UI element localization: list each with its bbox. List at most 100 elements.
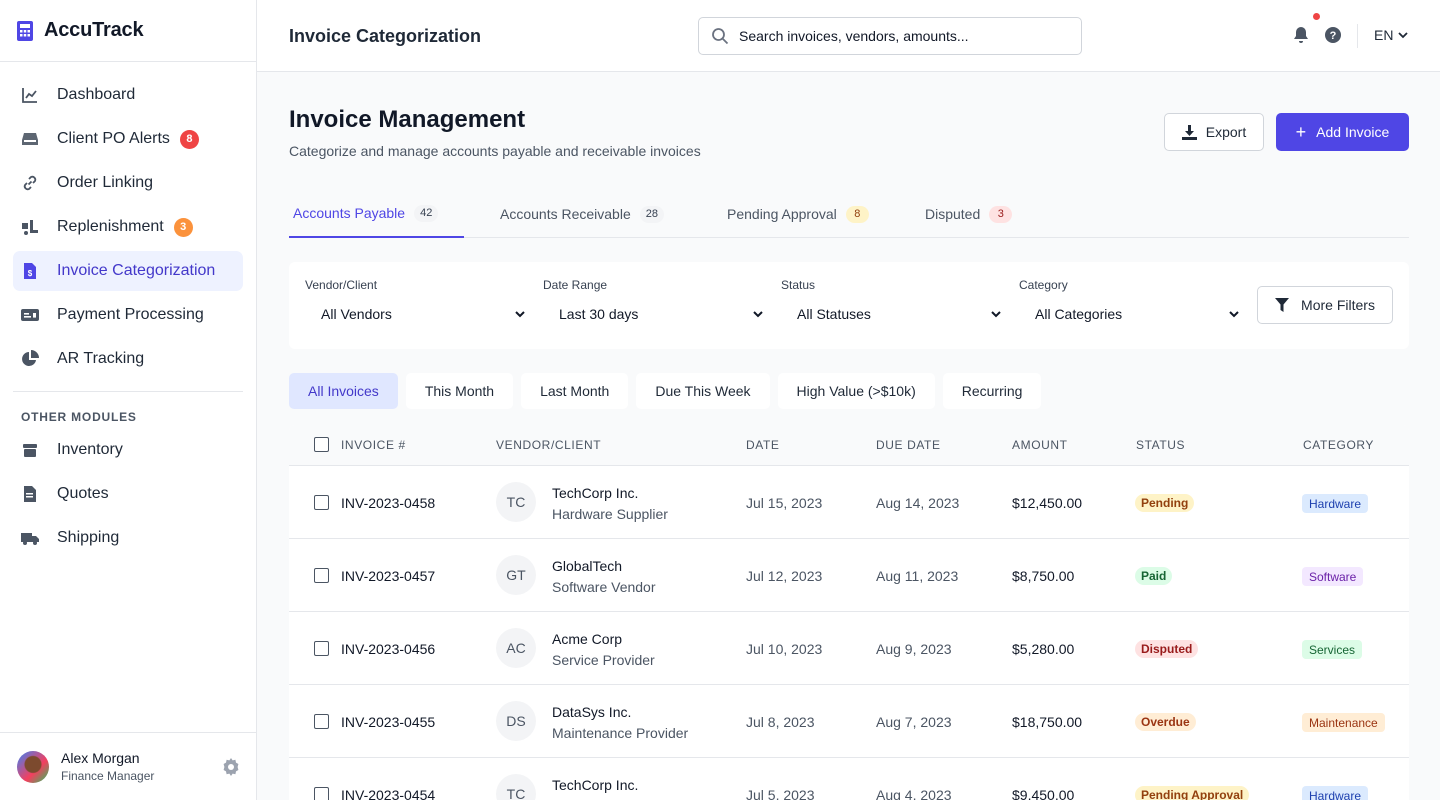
select-value: Last 30 days <box>559 306 639 322</box>
column-header-amount[interactable]: AMOUNT <box>1012 438 1068 452</box>
quick-filter-due-this-week[interactable]: Due This Week <box>636 373 770 409</box>
column-header-vendor[interactable]: VENDOR/CLIENT <box>496 438 601 452</box>
row-checkbox[interactable] <box>314 787 329 800</box>
due-date: Aug 14, 2023 <box>876 495 960 511</box>
quick-filter-all-invoices[interactable]: All Invoices <box>289 373 398 409</box>
invoice-date: Jul 5, 2023 <box>746 787 815 800</box>
quick-filter-this-month[interactable]: This Month <box>405 373 514 409</box>
category-tag[interactable]: Maintenance <box>1302 713 1385 732</box>
table-row[interactable]: INV-2023-0454 TC TechCorp Inc. Hardware … <box>289 758 1409 800</box>
header-divider <box>1357 24 1358 48</box>
sidebar-item-label: Quotes <box>57 485 109 502</box>
question-circle-icon[interactable]: ? <box>1324 26 1342 44</box>
filter-label: Category <box>1019 278 1068 292</box>
export-button[interactable]: Export <box>1164 113 1264 151</box>
row-checkbox[interactable] <box>314 714 329 729</box>
gear-icon[interactable] <box>222 758 240 776</box>
quick-filter-last-month[interactable]: Last Month <box>521 373 629 409</box>
money-check-icon <box>21 306 39 324</box>
column-header-date[interactable]: DATE <box>746 438 780 452</box>
search-input[interactable] <box>739 28 1059 44</box>
sidebar-item-ar-tracking[interactable]: AR Tracking <box>13 339 243 379</box>
status-badge: Pending <box>1135 494 1195 512</box>
bell-icon[interactable] <box>1292 26 1310 44</box>
chevron-down-icon <box>515 311 525 318</box>
quick-filter-high-value[interactable]: High Value (>$10k) <box>777 373 935 409</box>
category-tag[interactable]: Software <box>1302 567 1364 586</box>
add-invoice-label: Add Invoice <box>1316 124 1390 140</box>
column-header-category[interactable]: CATEGORY <box>1303 438 1374 452</box>
sidebar-nav: Dashboard Client PO Alerts 8 Order Linki… <box>0 62 256 558</box>
invoice-amount: $5,280.00 <box>1012 641 1075 657</box>
category-tag[interactable]: Hardware <box>1302 494 1369 513</box>
brand[interactable]: AccuTrack <box>0 0 256 62</box>
more-filters-button[interactable]: More Filters <box>1257 286 1393 324</box>
filter-panel: Vendor/Client All Vendors Date Range Las… <box>289 262 1409 349</box>
sidebar-item-payment-processing[interactable]: Payment Processing <box>13 295 243 335</box>
sidebar-item-invoice-categorization[interactable]: $ Invoice Categorization <box>13 251 243 291</box>
search-box[interactable] <box>698 17 1082 55</box>
column-header-due-date[interactable]: DUE DATE <box>876 438 941 452</box>
row-checkbox[interactable] <box>314 641 329 656</box>
tab-pending-approval[interactable]: Pending Approval 8 <box>727 190 869 238</box>
language-selector[interactable]: EN <box>1374 27 1410 43</box>
invoice-number[interactable]: INV-2023-0457 <box>341 568 435 584</box>
invoice-number[interactable]: INV-2023-0455 <box>341 714 435 730</box>
link-icon <box>21 174 39 192</box>
vendor-type: Maintenance Provider <box>552 725 689 741</box>
table-row[interactable]: INV-2023-0458 TC TechCorp Inc. Hardware … <box>289 466 1409 539</box>
sidebar-item-quotes[interactable]: Quotes <box>13 474 243 514</box>
tab-accounts-receivable[interactable]: Accounts Receivable 28 <box>500 190 664 238</box>
invoice-number[interactable]: INV-2023-0458 <box>341 495 435 511</box>
file-invoice-dollar-icon: $ <box>21 262 39 280</box>
chevron-down-icon <box>1229 311 1239 318</box>
notification-dot <box>1313 13 1320 20</box>
filter-label: Status <box>781 278 816 292</box>
invoice-date: Jul 10, 2023 <box>746 641 823 657</box>
tab-count-badge: 28 <box>639 205 664 223</box>
sidebar-item-shipping[interactable]: Shipping <box>13 518 243 558</box>
sidebar-item-dashboard[interactable]: Dashboard <box>13 75 243 115</box>
calculator-icon <box>17 20 33 41</box>
table-row[interactable]: INV-2023-0455 DS DataSys Inc. Maintenanc… <box>289 685 1409 758</box>
column-header-status[interactable]: STATUS <box>1136 438 1185 452</box>
invoice-number[interactable]: INV-2023-0456 <box>341 641 435 657</box>
category-select[interactable]: All Categories <box>1019 300 1241 328</box>
category-tag[interactable]: Services <box>1302 640 1363 659</box>
quick-filter-recurring[interactable]: Recurring <box>942 373 1042 409</box>
vendor-name: Acme Corp <box>552 631 623 647</box>
select-all-checkbox[interactable] <box>314 437 329 452</box>
page-title: Invoice Categorization <box>289 26 482 46</box>
sidebar-item-label: Shipping <box>57 529 120 546</box>
other-modules-heading: OTHER MODULES <box>21 410 137 424</box>
table-row[interactable]: INV-2023-0456 AC Acme Corp Service Provi… <box>289 612 1409 685</box>
inbox-icon <box>21 130 39 148</box>
vendor-avatar: TC <box>496 482 536 522</box>
language-label: EN <box>1374 27 1394 43</box>
sidebar-item-replenishment[interactable]: Replenishment 3 <box>13 207 243 247</box>
sidebar-item-order-linking[interactable]: Order Linking <box>13 163 243 203</box>
invoice-table: INVOICE # VENDOR/CLIENT DATE DUE DATE AM… <box>289 425 1409 800</box>
table-row[interactable]: INV-2023-0457 GT GlobalTech Software Ven… <box>289 539 1409 612</box>
user-profile[interactable]: Alex Morgan Finance Manager <box>0 732 256 800</box>
select-value: All Statuses <box>797 306 871 322</box>
sidebar-item-inventory[interactable]: Inventory <box>13 430 243 470</box>
invoice-amount: $12,450.00 <box>1012 495 1083 511</box>
row-checkbox[interactable] <box>314 568 329 583</box>
tab-count-badge: 8 <box>845 205 869 223</box>
filter-label: Vendor/Client <box>305 278 378 292</box>
column-header-invoice[interactable]: INVOICE # <box>341 438 406 452</box>
tab-accounts-payable[interactable]: Accounts Payable 42 <box>289 190 464 238</box>
row-checkbox[interactable] <box>314 495 329 510</box>
due-date: Aug 11, 2023 <box>876 568 959 584</box>
vendor-select[interactable]: All Vendors <box>305 300 527 328</box>
status-select[interactable]: All Statuses <box>781 300 1003 328</box>
sidebar-item-client-po-alerts[interactable]: Client PO Alerts 8 <box>13 119 243 159</box>
invoice-number[interactable]: INV-2023-0454 <box>341 787 435 800</box>
tab-disputed[interactable]: Disputed 3 <box>925 190 1013 238</box>
category-tag[interactable]: Hardware <box>1302 786 1369 800</box>
truck-icon <box>21 529 39 547</box>
date-range-select[interactable]: Last 30 days <box>543 300 765 328</box>
svg-text:?: ? <box>1330 30 1337 42</box>
add-invoice-button[interactable]: + Add Invoice <box>1276 113 1409 151</box>
